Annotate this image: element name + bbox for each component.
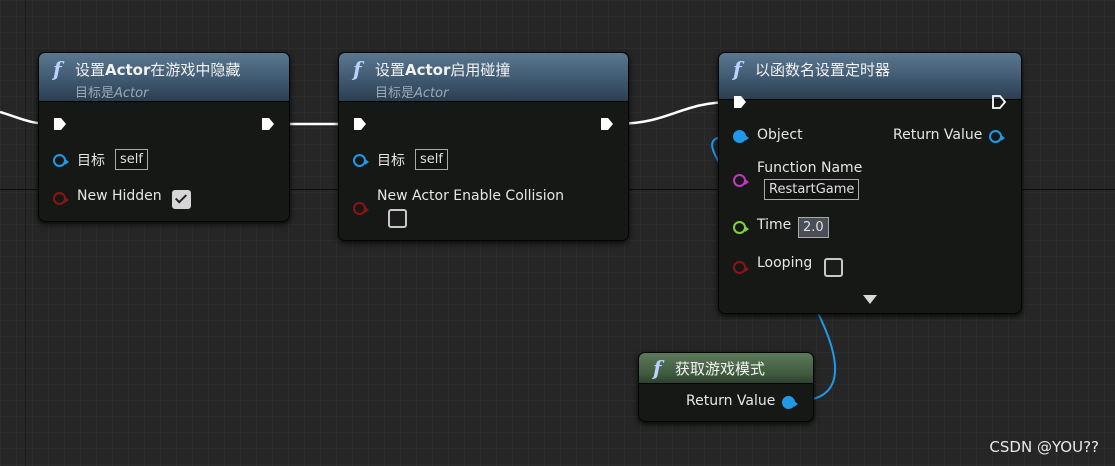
node-header[interactable]: f 设置Actor在游戏中隐藏 目标是Actor — [39, 53, 289, 102]
expand-arrow-icon[interactable] — [863, 295, 877, 304]
target-pin-icon[interactable] — [53, 154, 69, 167]
return-value-pin-icon[interactable] — [782, 396, 798, 409]
enable-collision-label: New Actor Enable Collision — [377, 188, 565, 204]
new-hidden-label: New Hidden — [77, 188, 162, 204]
node-title: 设置Actor在游戏中隐藏 — [75, 61, 241, 79]
new-hidden-checkbox[interactable] — [172, 190, 191, 209]
looping-label: Looping — [757, 255, 813, 271]
target-label: 目标 — [377, 153, 405, 169]
function-name-label: Function Name — [757, 160, 863, 176]
target-value-field[interactable]: self — [415, 149, 448, 170]
enable-collision-checkbox[interactable] — [388, 209, 407, 228]
return-value-pin-icon[interactable] — [989, 130, 1005, 143]
node-title: 以函数名设置定时器 — [755, 61, 891, 79]
node-title: 设置Actor启用碰撞 — [375, 61, 511, 79]
exec-wire-collision-to-timer[interactable] — [614, 100, 733, 126]
node-header[interactable]: f 以函数名设置定时器 — [719, 53, 1021, 100]
exec-in-pin-icon[interactable] — [353, 117, 367, 131]
function-name-field[interactable]: RestartGame — [764, 179, 860, 200]
exec-out-pin-icon[interactable] — [600, 117, 614, 131]
node-get-game-mode[interactable]: f 获取游戏模式 Return Value — [638, 352, 814, 422]
node-header[interactable]: f 获取游戏模式 — [639, 353, 813, 384]
exec-out-pin-icon[interactable] — [992, 95, 1006, 109]
function-icon: f — [53, 57, 62, 81]
function-icon: f — [353, 57, 362, 81]
function-name-pin-icon[interactable] — [733, 174, 749, 187]
looping-checkbox[interactable] — [824, 258, 843, 277]
exec-in-pin-icon[interactable] — [733, 95, 747, 109]
node-set-actor-enable-collision[interactable]: f 设置Actor启用碰撞 目标是Actor 目标 self New Actor… — [338, 52, 629, 241]
function-icon: f — [733, 57, 742, 81]
node-subtitle: 目标是Actor — [75, 86, 149, 101]
time-label: Time — [757, 217, 792, 233]
node-set-timer-by-function-name[interactable]: f 以函数名设置定时器 Object Return Value Function… — [718, 52, 1022, 314]
node-header[interactable]: f 设置Actor启用碰撞 目标是Actor — [339, 53, 628, 102]
target-pin-icon[interactable] — [353, 154, 369, 167]
target-label: 目标 — [77, 153, 105, 169]
new-hidden-pin-icon[interactable] — [53, 192, 69, 205]
enable-collision-pin-icon[interactable] — [353, 202, 369, 215]
node-title: 获取游戏模式 — [675, 360, 766, 378]
time-field[interactable]: 2.0 — [798, 217, 829, 238]
return-value-label: Return Value — [686, 393, 776, 409]
object-pin-icon[interactable] — [733, 130, 749, 143]
exec-out-pin-icon[interactable] — [261, 117, 275, 131]
target-value-field[interactable]: self — [115, 149, 148, 170]
return-value-label: Return Value — [893, 127, 983, 143]
function-icon: f — [653, 356, 662, 380]
node-set-actor-hidden[interactable]: f 设置Actor在游戏中隐藏 目标是Actor 目标 self New Hid… — [38, 52, 290, 222]
time-pin-icon[interactable] — [733, 221, 749, 234]
node-subtitle: 目标是Actor — [375, 86, 449, 101]
exec-in-pin-icon[interactable] — [53, 117, 67, 131]
object-label: Object — [757, 127, 803, 143]
watermark: CSDN @YOU?? — [989, 438, 1099, 456]
looping-pin-icon[interactable] — [733, 261, 749, 274]
